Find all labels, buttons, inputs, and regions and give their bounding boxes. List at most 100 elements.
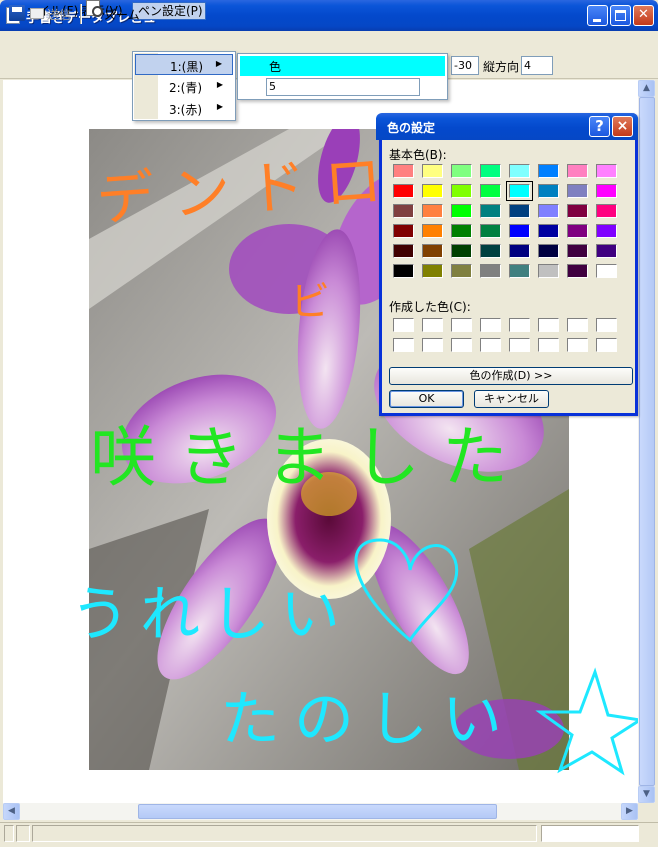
scroll-right-button[interactable]: ▶ bbox=[621, 803, 638, 820]
pen-item-red[interactable]: 3:(赤) ▶ bbox=[135, 98, 233, 119]
color-swatch[interactable] bbox=[422, 224, 443, 238]
menu-pen-settings[interactable]: ペン設定(P) bbox=[132, 2, 206, 20]
color-swatch[interactable] bbox=[596, 244, 617, 258]
color-swatch[interactable] bbox=[451, 244, 472, 258]
color-swatch[interactable] bbox=[596, 224, 617, 238]
scroll-left-button[interactable]: ◀ bbox=[3, 803, 20, 820]
send-button[interactable]: 送信 bbox=[47, 6, 71, 23]
color-swatch[interactable] bbox=[393, 184, 414, 198]
pen-item-label: 3:(赤) bbox=[169, 103, 203, 117]
color-swatch[interactable] bbox=[393, 204, 414, 218]
custom-color-swatch[interactable] bbox=[422, 318, 443, 332]
color-swatch[interactable] bbox=[480, 244, 501, 258]
color-swatch[interactable] bbox=[567, 164, 588, 178]
custom-color-swatch[interactable] bbox=[538, 318, 559, 332]
close-button[interactable]: ✕ bbox=[633, 5, 654, 26]
custom-color-swatch[interactable] bbox=[567, 318, 588, 332]
color-swatch[interactable] bbox=[480, 204, 501, 218]
vertical-scroll-thumb[interactable] bbox=[639, 97, 655, 786]
color-swatch[interactable] bbox=[480, 164, 501, 178]
color-swatch[interactable] bbox=[538, 224, 559, 238]
pen-width-input[interactable]: 5 bbox=[266, 78, 420, 96]
color-swatch[interactable] bbox=[538, 204, 559, 218]
pen-color-item[interactable]: 色 bbox=[240, 56, 445, 76]
cancel-button[interactable]: キャンセル bbox=[474, 390, 549, 408]
horizontal-offset-input[interactable]: -30 bbox=[451, 56, 479, 75]
zoom-button[interactable]: ズーム bbox=[104, 6, 140, 23]
color-swatch[interactable] bbox=[451, 224, 472, 238]
custom-color-swatch[interactable] bbox=[509, 338, 530, 352]
color-swatch[interactable] bbox=[567, 264, 588, 278]
color-swatch[interactable] bbox=[393, 264, 414, 278]
color-swatch[interactable] bbox=[509, 164, 530, 178]
color-swatch[interactable] bbox=[538, 244, 559, 258]
color-swatch[interactable] bbox=[451, 184, 472, 198]
custom-color-swatch[interactable] bbox=[451, 318, 472, 332]
pen-item-black[interactable]: 1:(黒) ▶ bbox=[135, 54, 233, 75]
status-progress bbox=[541, 825, 639, 842]
color-swatch[interactable] bbox=[596, 204, 617, 218]
custom-color-swatch[interactable] bbox=[480, 318, 501, 332]
color-swatch[interactable] bbox=[393, 224, 414, 238]
custom-color-swatch[interactable] bbox=[509, 318, 530, 332]
custom-color-swatch[interactable] bbox=[596, 318, 617, 332]
color-swatch[interactable] bbox=[567, 224, 588, 238]
color-swatch[interactable] bbox=[480, 184, 501, 198]
save-icon[interactable] bbox=[9, 5, 25, 21]
color-swatch[interactable] bbox=[538, 184, 559, 198]
scroll-down-button[interactable]: ▼ bbox=[638, 786, 655, 803]
status-panel bbox=[4, 825, 14, 842]
scroll-up-button[interactable]: ▲ bbox=[638, 80, 655, 97]
help-icon[interactable]: ? bbox=[589, 116, 610, 137]
zoom-icon[interactable] bbox=[86, 0, 103, 17]
color-swatch[interactable] bbox=[451, 264, 472, 278]
color-swatch[interactable] bbox=[480, 264, 501, 278]
color-swatch[interactable] bbox=[451, 164, 472, 178]
color-swatch[interactable] bbox=[393, 164, 414, 178]
color-swatch[interactable] bbox=[393, 244, 414, 258]
maximize-button[interactable] bbox=[610, 5, 631, 26]
color-swatch[interactable] bbox=[422, 164, 443, 178]
color-swatch[interactable] bbox=[422, 204, 443, 218]
define-custom-colors-button[interactable]: 色の作成(D) >> bbox=[389, 367, 633, 385]
color-swatch[interactable] bbox=[567, 184, 588, 198]
color-swatch[interactable] bbox=[451, 204, 472, 218]
custom-color-swatch[interactable] bbox=[393, 338, 414, 352]
maximize-icon bbox=[615, 10, 626, 21]
pen-item-label: 2:(青) bbox=[169, 81, 203, 95]
color-swatch[interactable] bbox=[596, 164, 617, 178]
color-swatch[interactable] bbox=[422, 264, 443, 278]
minimize-button[interactable] bbox=[587, 5, 608, 26]
status-panel bbox=[32, 825, 537, 842]
horizontal-scroll-thumb[interactable] bbox=[138, 804, 497, 819]
dialog-close-icon[interactable]: × bbox=[612, 116, 633, 137]
color-swatch[interactable] bbox=[567, 244, 588, 258]
color-swatch[interactable] bbox=[480, 224, 501, 238]
toolbar-separator bbox=[80, 4, 82, 24]
vertical-offset-input[interactable]: 4 bbox=[521, 56, 553, 75]
color-swatch[interactable] bbox=[509, 204, 530, 218]
color-swatch[interactable] bbox=[506, 181, 533, 201]
ok-button[interactable]: OK bbox=[389, 390, 464, 408]
color-swatch[interactable] bbox=[596, 264, 617, 278]
dialog-title: 色の設定 bbox=[387, 121, 436, 135]
color-swatch[interactable] bbox=[596, 184, 617, 198]
custom-color-swatch[interactable] bbox=[538, 338, 559, 352]
custom-color-swatch[interactable] bbox=[393, 318, 414, 332]
custom-color-swatch[interactable] bbox=[451, 338, 472, 352]
pen-item-label: 1:(黒) bbox=[170, 60, 204, 74]
pen-item-blue[interactable]: 2:(青) ▶ bbox=[135, 76, 233, 97]
color-swatch[interactable] bbox=[422, 184, 443, 198]
close-icon: ✕ bbox=[638, 7, 649, 22]
color-swatch[interactable] bbox=[509, 224, 530, 238]
custom-color-swatch[interactable] bbox=[422, 338, 443, 352]
custom-color-swatch[interactable] bbox=[480, 338, 501, 352]
color-swatch[interactable] bbox=[538, 164, 559, 178]
color-swatch[interactable] bbox=[538, 264, 559, 278]
color-swatch[interactable] bbox=[567, 204, 588, 218]
custom-color-swatch[interactable] bbox=[596, 338, 617, 352]
color-swatch[interactable] bbox=[422, 244, 443, 258]
color-swatch[interactable] bbox=[509, 264, 530, 278]
custom-color-swatch[interactable] bbox=[567, 338, 588, 352]
color-swatch[interactable] bbox=[509, 244, 530, 258]
